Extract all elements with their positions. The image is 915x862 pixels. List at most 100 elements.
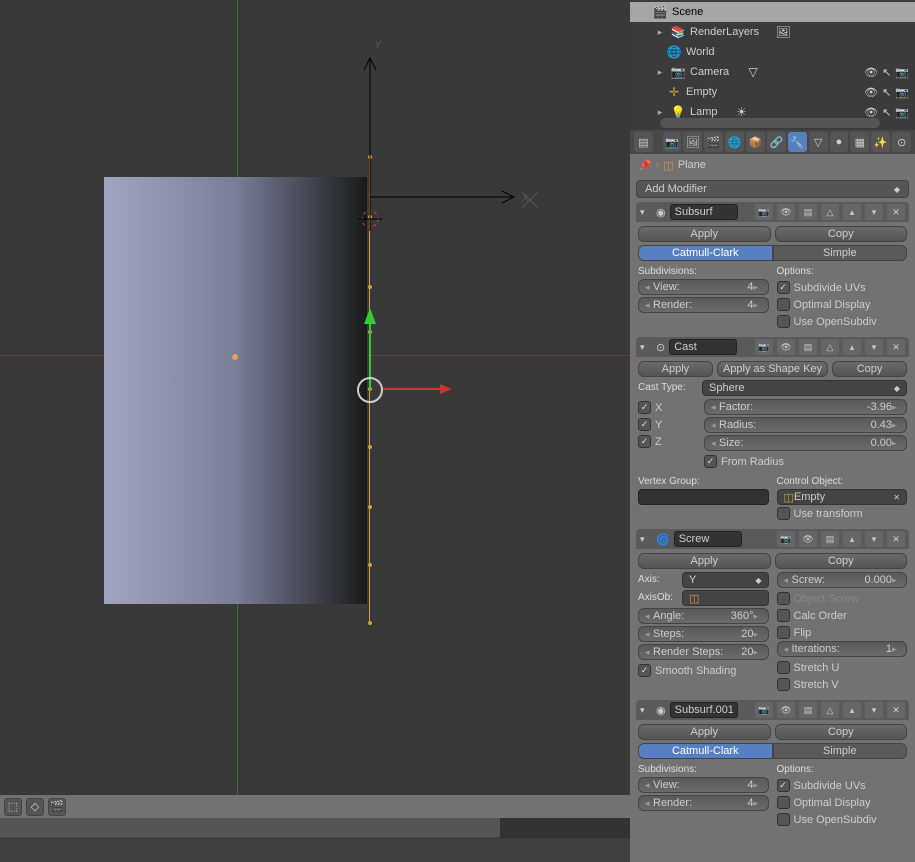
viewport-visibility-icon[interactable]: 👁 <box>777 204 795 220</box>
smooth-shading-checkbox[interactable] <box>638 664 651 677</box>
timeline[interactable] <box>0 818 630 862</box>
viewport-visibility-icon[interactable]: 👁 <box>799 531 817 547</box>
size-field[interactable]: ◂Size:0.00▸ <box>704 435 907 451</box>
viewport-visibility-icon[interactable]: 👁 <box>777 339 795 355</box>
apply-button[interactable]: Apply <box>638 361 713 377</box>
copy-button[interactable]: Copy <box>775 724 908 740</box>
render-field[interactable]: ◂Render:4▸ <box>638 297 769 313</box>
render-icon[interactable]: 📷 <box>895 86 909 99</box>
axis-dropdown[interactable]: Y◆ <box>682 572 769 588</box>
move-up-icon[interactable]: ▴ <box>843 339 861 355</box>
move-up-icon[interactable]: ▴ <box>843 702 861 718</box>
eye-icon[interactable]: 👁 <box>864 66 878 79</box>
gizmo-x-axis[interactable] <box>382 388 442 390</box>
gizmo-center[interactable] <box>357 377 383 403</box>
move-down-icon[interactable]: ▾ <box>865 339 883 355</box>
render-icon[interactable]: 📷 <box>895 106 909 119</box>
delete-modifier-icon[interactable]: ✕ <box>887 204 905 220</box>
pin-icon[interactable]: 📌 <box>638 159 652 172</box>
outliner-scrollbar[interactable] <box>660 118 880 128</box>
optimal-display-checkbox[interactable] <box>777 796 790 809</box>
data-tab-icon[interactable]: ▽ <box>809 132 828 152</box>
opensubdiv-checkbox[interactable] <box>777 315 790 328</box>
copy-button[interactable]: Copy <box>775 553 908 569</box>
factor-field[interactable]: ◂Factor:-3.96▸ <box>704 399 907 415</box>
expander-icon[interactable]: ▸ <box>654 107 666 118</box>
stretch-v-checkbox[interactable] <box>777 678 790 691</box>
render-steps-field[interactable]: ◂Render Steps:20▸ <box>638 644 769 660</box>
screw-field[interactable]: ◂Screw:0.000▸ <box>777 572 908 588</box>
delete-modifier-icon[interactable]: ✕ <box>887 702 905 718</box>
cage-icon[interactable]: △ <box>821 339 839 355</box>
optimal-display-checkbox[interactable] <box>777 298 790 311</box>
radius-field[interactable]: ◂Radius:0.43▸ <box>704 417 907 433</box>
move-down-icon[interactable]: ▾ <box>865 702 883 718</box>
from-radius-checkbox[interactable] <box>704 455 717 468</box>
texture-tab-icon[interactable]: ▦ <box>850 132 869 152</box>
particles-tab-icon[interactable]: ✨ <box>871 132 890 152</box>
z-checkbox[interactable] <box>638 435 651 448</box>
modifier-name-input[interactable] <box>669 339 737 355</box>
simple-tab[interactable]: Simple <box>773 743 908 759</box>
editmode-visibility-icon[interactable]: ▤ <box>799 702 817 718</box>
modifier-name-input[interactable] <box>670 204 738 220</box>
editor-type-icon[interactable]: ⬚ <box>4 798 22 816</box>
cage-icon[interactable]: △ <box>821 204 839 220</box>
expander-icon[interactable]: ▾ <box>636 7 648 18</box>
flip-checkbox[interactable] <box>777 626 790 639</box>
x-checkbox[interactable] <box>638 401 651 414</box>
engine-icon[interactable]: 🎬 <box>48 798 66 816</box>
simple-tab[interactable]: Simple <box>773 245 908 261</box>
axisob-dropdown[interactable]: ◫ <box>682 590 769 606</box>
collapse-icon[interactable]: ▾ <box>640 207 652 218</box>
calc-order-checkbox[interactable] <box>777 609 790 622</box>
constraints-tab-icon[interactable]: 🔗 <box>767 132 786 152</box>
cursor-icon[interactable]: ↖ <box>882 66 891 79</box>
steps-field[interactable]: ◂Steps:20▸ <box>638 626 769 642</box>
apply-button[interactable]: Apply <box>638 553 771 569</box>
add-modifier-dropdown[interactable]: Add Modifier ◆ <box>636 180 909 198</box>
catmull-tab[interactable]: Catmull-Clark <box>638 743 773 759</box>
scene-tab-icon[interactable]: 🎬 <box>704 132 723 152</box>
keyframe-btn[interactable]: ◇ <box>26 798 44 816</box>
cast-type-dropdown[interactable]: Sphere◆ <box>702 380 907 396</box>
physics-tab-icon[interactable]: ⊙ <box>892 132 911 152</box>
subdivide-uvs-checkbox[interactable] <box>777 779 790 792</box>
cage-icon[interactable]: △ <box>821 702 839 718</box>
viewport-visibility-icon[interactable]: 👁 <box>777 702 795 718</box>
editmode-visibility-icon[interactable]: ▤ <box>799 339 817 355</box>
use-transform-checkbox[interactable] <box>777 507 790 520</box>
render-visibility-icon[interactable]: 📷 <box>755 204 773 220</box>
delete-modifier-icon[interactable]: ✕ <box>887 531 905 547</box>
iterations-field[interactable]: ◂Iterations:1▸ <box>777 641 908 657</box>
viewport-3d[interactable]: Y X <box>0 0 630 818</box>
modifier-name-input[interactable] <box>670 702 738 718</box>
outliner-row-world[interactable]: 🌐 World <box>630 42 915 62</box>
delete-modifier-icon[interactable]: ✕ <box>887 339 905 355</box>
apply-shape-button[interactable]: Apply as Shape Key <box>717 361 828 377</box>
move-up-icon[interactable]: ▴ <box>843 204 861 220</box>
subdivide-uvs-checkbox[interactable] <box>777 281 790 294</box>
eye-icon[interactable]: 👁 <box>864 106 878 119</box>
object-screw-checkbox[interactable] <box>777 592 790 605</box>
editmode-visibility-icon[interactable]: ▤ <box>821 531 839 547</box>
layers-tab-icon[interactable]: 🖼 <box>683 132 702 152</box>
stretch-u-checkbox[interactable] <box>777 661 790 674</box>
expander-icon[interactable]: ▸ <box>654 67 666 78</box>
catmull-tab[interactable]: Catmull-Clark <box>638 245 773 261</box>
editor-type-button[interactable]: ▤ <box>634 132 653 152</box>
render-visibility-icon[interactable]: 📷 <box>755 339 773 355</box>
editmode-visibility-icon[interactable]: ▤ <box>799 204 817 220</box>
view-field[interactable]: ◂View:4▸ <box>638 279 769 295</box>
outliner-row-empty[interactable]: ✛ Empty 👁 ↖ 📷 <box>630 82 915 102</box>
render-tab-icon[interactable]: 📷 <box>663 132 682 152</box>
angle-field[interactable]: ◂Angle:360°▸ <box>638 608 769 624</box>
control-object-dropdown[interactable]: ◫ Empty✕ <box>777 489 908 505</box>
world-tab-icon[interactable]: 🌐 <box>725 132 744 152</box>
render-icon[interactable]: 📷 <box>895 66 909 79</box>
opensubdiv-checkbox[interactable] <box>777 813 790 826</box>
copy-button[interactable]: Copy <box>832 361 907 377</box>
object-tab-icon[interactable]: 📦 <box>746 132 765 152</box>
gizmo-x-head[interactable] <box>440 384 452 394</box>
render-field[interactable]: ◂Render:4▸ <box>638 795 769 811</box>
